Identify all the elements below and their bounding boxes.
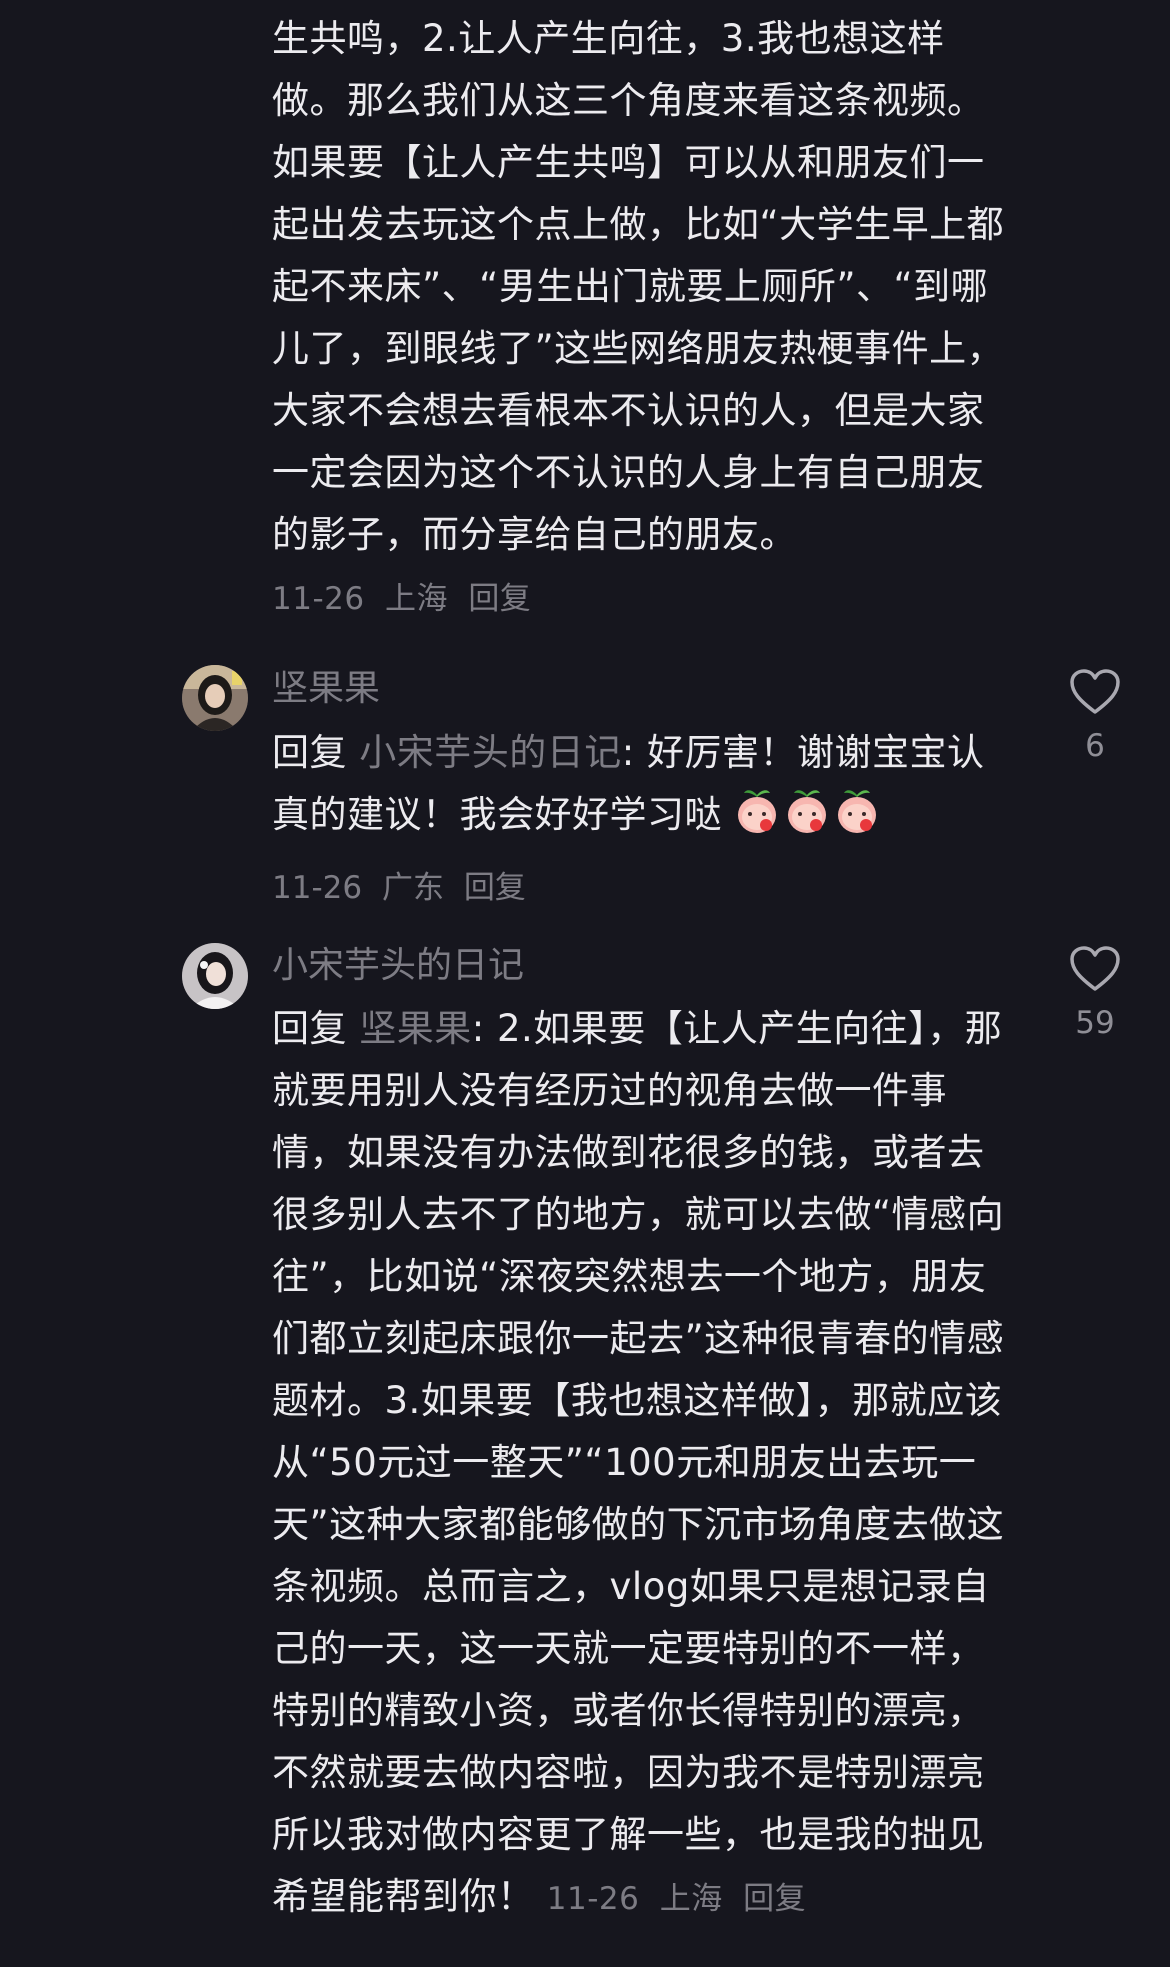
avatar[interactable] [182,665,248,731]
like-button[interactable]: 6 [1060,668,1130,764]
user-avatar-icon [182,665,248,731]
comment-meta: 11-26 广东 回复 [272,862,536,907]
reply-button[interactable]: 回复 [743,1881,806,1917]
comment-location: 上海 [384,581,448,617]
reply-target-username[interactable]: 坚果果 [359,1007,472,1050]
reply-target-username[interactable]: 小宋芋头的日记 [359,731,622,774]
like-count: 6 [1085,728,1105,764]
reply-button[interactable]: 回复 [464,870,526,906]
heart-icon [1070,669,1120,714]
like-count: 59 [1075,1005,1115,1041]
comment-username[interactable]: 小宋芋头的日记 [272,948,524,984]
reply-prefix: 回复 [272,1007,347,1050]
avatar[interactable] [182,943,248,1009]
user-avatar-icon [182,943,248,1009]
comment-meta: 11-26 上海 回复 [272,581,541,617]
comment-location: 上海 [659,1881,723,1917]
comment-date: 11-26 [272,581,365,617]
peach-face-icon [738,790,777,833]
comment-location: 广东 [381,870,444,906]
peach-face-icon [788,790,827,833]
peach-face-icon [838,790,877,833]
comment-text: 回复 小宋芋头的日记: 好厉害！谢谢宝宝认真的建议！我会好好学习哒 [272,731,985,836]
comment-date: 11-26 [272,870,363,906]
comment-date: 11-26 [546,1881,640,1917]
heart-icon [1070,946,1120,991]
like-button[interactable]: 59 [1060,945,1130,1041]
comment-text: 生共鸣，2.让人产生向往，3.我也想这样做。那么我们从这三个角度来看这条视频。如… [272,17,1005,617]
comment-username[interactable]: 坚果果 [272,671,380,707]
comment-meta: 11-26 上海 回复 [547,1881,816,1917]
reply-prefix: 回复 [272,731,347,774]
comment-text: 回复 坚果果: 2.如果要【让人产生向往】，那就要用别人没有经历过的视角去做一件… [272,1007,1005,1918]
reply-button[interactable]: 回复 [468,581,531,617]
